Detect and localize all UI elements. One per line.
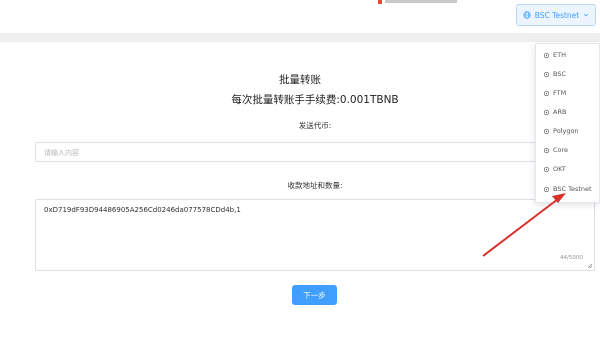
- annotation-arrow-line: [482, 198, 559, 257]
- annotation-arrow: [482, 193, 566, 257]
